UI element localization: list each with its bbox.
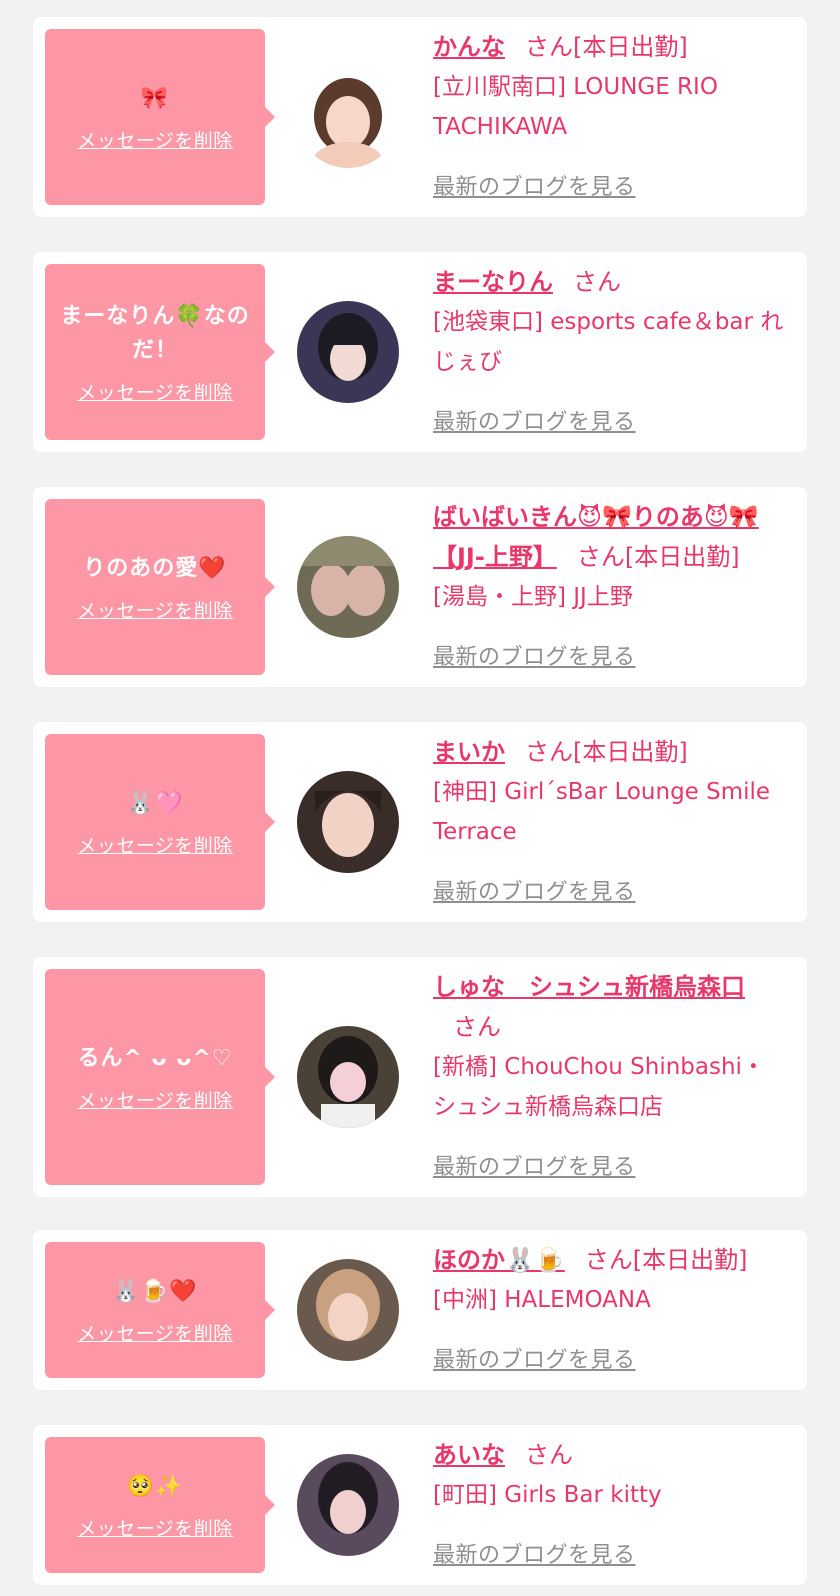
san-status: さん[本日出勤] <box>584 1246 748 1274</box>
avatar[interactable] <box>297 536 399 638</box>
message-bubble: 🐰🍺❤️ メッセージを削除 <box>45 1242 275 1378</box>
cast-card: 🎀 メッセージを削除 かんな さん[本日出勤] [立川駅南口] LOUNGE RI… <box>33 17 807 217</box>
cast-name-link[interactable]: あいな <box>433 1441 505 1469</box>
delete-message-link[interactable]: メッセージを削除 <box>77 1086 233 1113</box>
message-text: 🥺✨ <box>126 1473 184 1499</box>
delete-message-link[interactable]: メッセージを削除 <box>77 126 233 153</box>
san-status: さん <box>573 268 621 296</box>
message-text: まーなりん🍀なのだ！ <box>60 303 250 363</box>
cast-name-link[interactable]: かんな <box>433 33 505 61</box>
delete-message-link[interactable]: メッセージを削除 <box>77 1319 233 1346</box>
delete-message-link[interactable]: メッセージを削除 <box>77 378 233 405</box>
cast-name-link[interactable]: しゅな シュシュ新橋烏森口 <box>433 973 745 1001</box>
cast-name-link[interactable]: まーなりん <box>433 268 553 296</box>
cast-card: りのあの愛❤️ メッセージを削除 ばいばいきん😈🎀りのあ😈🎀【JJ-上野】 さん[… <box>33 487 807 687</box>
message-text: りのあの愛❤️ <box>83 555 227 581</box>
message-text: 🐰🩷 <box>126 790 184 816</box>
message-text: るん^ ᴗ ᴗ^♡ <box>77 1045 233 1071</box>
message-bubble: りのあの愛❤️ メッセージを削除 <box>45 499 275 675</box>
message-bubble: 🎀 メッセージを削除 <box>45 29 275 205</box>
shop-text: [中洲] HALEMOANA <box>433 1287 651 1313</box>
shop-text: [池袋東口] esports cafe＆bar れじぇび <box>433 309 784 375</box>
avatar[interactable] <box>297 301 399 403</box>
favorites-list: 🎀 メッセージを削除 かんな さん[本日出勤] [立川駅南口] LOUNGE RI… <box>0 0 840 1596</box>
cast-card: 🐰🩷 メッセージを削除 まいか さん[本日出勤] [神田] Girl´sBar L… <box>33 722 807 922</box>
message-text: 🎀 <box>140 85 170 111</box>
san-status: さん[本日出勤] <box>525 33 688 61</box>
cast-card: 🥺✨ メッセージを削除 あいな さん [町田] Girls Bar kitty 最… <box>33 1425 807 1585</box>
message-bubble: まーなりん🍀なのだ！ メッセージを削除 <box>45 264 275 440</box>
shop-text: [立川駅南口] LOUNGE RIO TACHIKAWA <box>433 74 718 140</box>
message-text: 🐰🍺❤️ <box>112 1278 198 1304</box>
cast-name-link[interactable]: まいか <box>433 738 505 766</box>
shop-text: [神田] Girl´sBar Lounge Smile Terrace <box>433 779 771 845</box>
san-status: さん[本日出勤] <box>576 543 740 571</box>
latest-blog-link[interactable]: 最新のブログを見る <box>433 874 636 906</box>
latest-blog-link[interactable]: 最新のブログを見る <box>433 1537 636 1569</box>
san-status: さん <box>453 1013 501 1041</box>
avatar[interactable] <box>297 1259 399 1361</box>
latest-blog-link[interactable]: 最新のブログを見る <box>433 169 636 201</box>
latest-blog-link[interactable]: 最新のブログを見る <box>433 1149 636 1181</box>
shop-text: [町田] Girls Bar kitty <box>433 1482 662 1508</box>
latest-blog-link[interactable]: 最新のブログを見る <box>433 639 636 671</box>
delete-message-link[interactable]: メッセージを削除 <box>77 596 233 623</box>
delete-message-link[interactable]: メッセージを削除 <box>77 831 233 858</box>
latest-blog-link[interactable]: 最新のブログを見る <box>433 404 636 436</box>
cast-card: 🐰🍺❤️ メッセージを削除 ほのか🐰🍺 さん[本日出勤] [中洲] HALEMOA… <box>33 1230 807 1390</box>
cast-card: まーなりん🍀なのだ！ メッセージを削除 まーなりん さん [池袋東口] espor… <box>33 252 807 452</box>
delete-message-link[interactable]: メッセージを削除 <box>77 1514 233 1541</box>
message-bubble: 🥺✨ メッセージを削除 <box>45 1437 275 1573</box>
san-status: さん <box>525 1441 573 1469</box>
avatar[interactable] <box>297 1026 399 1128</box>
message-bubble: るん^ ᴗ ᴗ^♡ メッセージを削除 <box>45 969 275 1185</box>
cast-card: るん^ ᴗ ᴗ^♡ メッセージを削除 しゅな シュシュ新橋烏森口さん [新橋] … <box>33 957 807 1197</box>
cast-name-link[interactable]: ほのか🐰🍺 <box>433 1246 565 1274</box>
latest-blog-link[interactable]: 最新のブログを見る <box>433 1342 636 1374</box>
message-bubble: 🐰🩷 メッセージを削除 <box>45 734 275 910</box>
avatar[interactable] <box>297 66 399 168</box>
avatar[interactable] <box>297 1454 399 1556</box>
shop-text: [湯島・上野] JJ上野 <box>433 584 633 610</box>
san-status: さん[本日出勤] <box>525 738 688 766</box>
shop-text: [新橋] ChouChou Shinbashi・シュシュ新橋烏森口店 <box>433 1054 765 1120</box>
avatar[interactable] <box>297 771 399 873</box>
